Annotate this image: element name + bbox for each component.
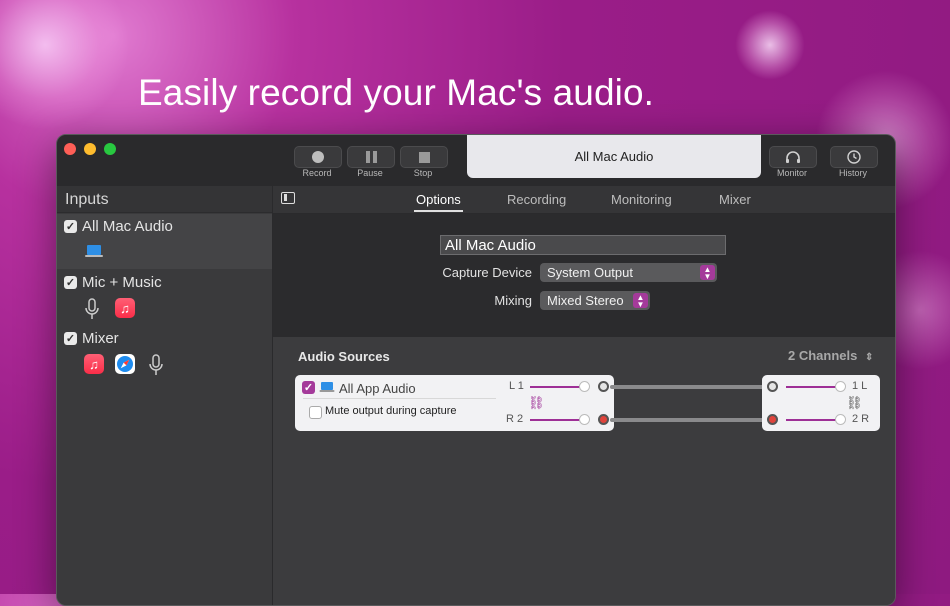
sidebar-toggle-icon[interactable] bbox=[281, 192, 295, 204]
right-connection-wire bbox=[610, 418, 772, 422]
capture-device-select[interactable]: System Output ▲ ▼ bbox=[540, 263, 717, 282]
output-right-knob[interactable] bbox=[835, 414, 846, 425]
laptop-icon bbox=[319, 381, 335, 393]
right-input-port[interactable] bbox=[767, 414, 778, 425]
tab-monitoring[interactable]: Monitoring bbox=[611, 192, 672, 207]
output-left-knob[interactable] bbox=[835, 381, 846, 392]
pause-icon bbox=[365, 151, 377, 163]
headline: Easily record your Mac's audio. bbox=[138, 72, 655, 113]
zoom-window-button[interactable] bbox=[104, 143, 116, 155]
source-name: All App Audio bbox=[339, 381, 416, 396]
sidebar-item-label: All Mac Audio bbox=[82, 218, 173, 235]
stop-label: Stop bbox=[413, 168, 433, 178]
sidebar-item-all-mac-audio[interactable]: ✓ All Mac Audio bbox=[57, 214, 272, 269]
tab-mixer[interactable]: Mixer bbox=[719, 192, 751, 207]
chevron-updown-icon: ⇕ bbox=[864, 352, 874, 363]
source-card: ✓ All App Audio Mute output during captu… bbox=[295, 375, 614, 431]
channels-value: 2 Channels bbox=[788, 348, 858, 363]
microphone-icon bbox=[84, 298, 100, 320]
link-icon[interactable]: ⛓ bbox=[846, 395, 863, 411]
toolbar: Record Pause Stop All Mac Audio Monitor bbox=[57, 135, 895, 186]
mixing-select[interactable]: Mixed Stereo ▲ ▼ bbox=[540, 291, 650, 310]
music-app-icon: ♫ bbox=[115, 298, 135, 318]
window-title: All Mac Audio bbox=[467, 135, 761, 178]
monitor-button[interactable] bbox=[769, 146, 817, 168]
sidebar-item-label: Mixer bbox=[82, 330, 119, 347]
channels-select[interactable]: 2 Channels ⇕ bbox=[788, 348, 873, 363]
microphone-icon bbox=[148, 354, 164, 376]
pause-button[interactable] bbox=[347, 146, 395, 168]
checkbox[interactable]: ✓ bbox=[64, 332, 77, 345]
audio-sources-title: Audio Sources bbox=[298, 349, 390, 364]
left-channel-label: L 1 bbox=[509, 380, 524, 392]
music-app-icon: ♫ bbox=[84, 354, 104, 374]
tab-recording[interactable]: Recording bbox=[507, 192, 566, 207]
options-panel: All Mac Audio Capture Device System Outp… bbox=[273, 214, 895, 337]
left-level-knob[interactable] bbox=[579, 381, 590, 392]
capture-device-value: System Output bbox=[547, 265, 633, 280]
tab-bar: Options Recording Monitoring Mixer bbox=[273, 186, 895, 214]
right-output-port[interactable] bbox=[598, 414, 609, 425]
output-left-label: 1 L bbox=[852, 380, 868, 392]
mixing-value: Mixed Stereo bbox=[547, 293, 624, 308]
output-right-label: 2 R bbox=[852, 413, 870, 425]
history-label: History bbox=[838, 168, 867, 178]
sidebar-item-mic-music[interactable]: ✓ Mic + Music ♫ bbox=[57, 270, 272, 326]
source-name-field[interactable]: All Mac Audio bbox=[440, 235, 726, 255]
sidebar-header: Inputs bbox=[57, 186, 272, 213]
link-icon[interactable]: ⛓ bbox=[528, 395, 545, 411]
audio-sources-panel: Audio Sources 2 Channels ⇕ ✓ All App Aud… bbox=[273, 337, 895, 605]
capture-device-label: Capture Device bbox=[442, 265, 532, 280]
clock-icon bbox=[847, 150, 861, 164]
record-icon bbox=[312, 151, 324, 163]
close-window-button[interactable] bbox=[64, 143, 76, 155]
left-connection-wire bbox=[610, 385, 772, 389]
laptop-icon bbox=[84, 244, 104, 258]
left-output-port[interactable] bbox=[598, 381, 609, 392]
monitor-label: Monitor bbox=[776, 168, 807, 178]
right-level-knob[interactable] bbox=[579, 414, 590, 425]
source-checkbox[interactable]: ✓ bbox=[302, 381, 315, 394]
right-channel-label: R 2 bbox=[506, 413, 524, 425]
mixing-label: Mixing bbox=[494, 293, 532, 308]
mute-label: Mute output during capture bbox=[325, 405, 457, 417]
output-card: 1 L ⛓ 2 R bbox=[762, 375, 880, 431]
record-label: Record bbox=[302, 168, 332, 178]
sidebar-item-label: Mic + Music bbox=[82, 274, 162, 291]
pause-label: Pause bbox=[357, 168, 383, 178]
inputs-sidebar: Inputs ✓ All Mac Audio ✓ Mic + Music ♫ ✓… bbox=[57, 186, 273, 605]
history-button[interactable] bbox=[830, 146, 878, 168]
left-input-port[interactable] bbox=[767, 381, 778, 392]
app-window: Record Pause Stop All Mac Audio Monitor bbox=[56, 134, 896, 606]
mute-checkbox[interactable] bbox=[309, 406, 322, 419]
checkbox[interactable]: ✓ bbox=[64, 220, 77, 233]
record-button[interactable] bbox=[294, 146, 342, 168]
stop-button[interactable] bbox=[400, 146, 448, 168]
chevron-updown-icon: ▲ ▼ bbox=[633, 293, 648, 308]
sidebar-item-mixer[interactable]: ✓ Mixer ♫ bbox=[57, 326, 272, 382]
minimize-window-button[interactable] bbox=[84, 143, 96, 155]
safari-icon bbox=[115, 354, 135, 374]
tab-options[interactable]: Options bbox=[414, 192, 463, 212]
chevron-updown-icon: ▲ ▼ bbox=[700, 265, 715, 280]
checkbox[interactable]: ✓ bbox=[64, 276, 77, 289]
headphones-icon bbox=[786, 151, 800, 163]
stop-icon bbox=[418, 151, 430, 163]
